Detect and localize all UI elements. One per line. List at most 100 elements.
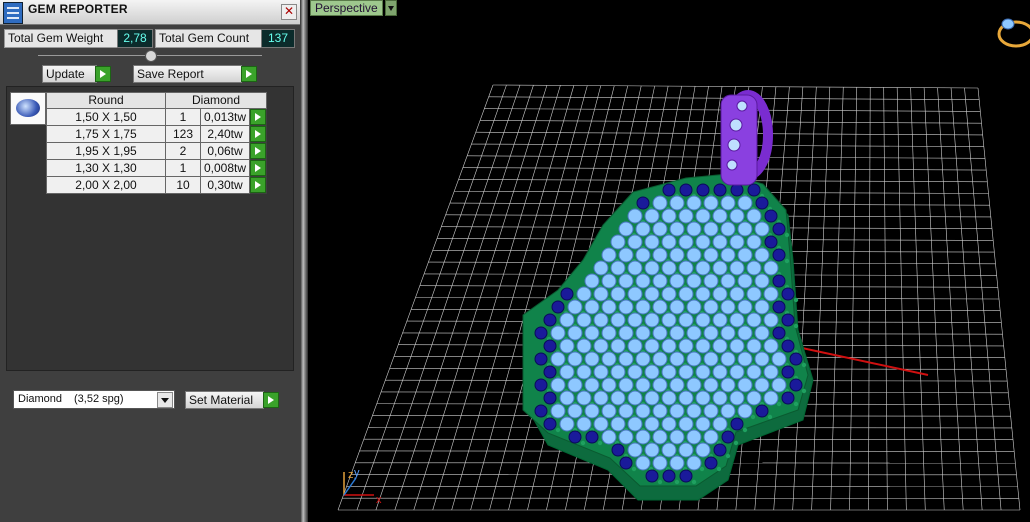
gem-weight: 0,013tw [200, 108, 250, 126]
row-select-arrow-icon[interactable] [250, 126, 266, 142]
gem-stone [661, 234, 677, 250]
table-row[interactable]: 1,30 X 1,30 1 0,008tw [46, 159, 267, 177]
gem-stone [695, 234, 711, 250]
gem-stone [593, 364, 609, 380]
gem-stone [746, 260, 762, 276]
round-gem-thumbnail[interactable] [10, 92, 46, 125]
gem-stone [781, 391, 795, 405]
gem-stone [661, 338, 677, 354]
gem-stone [534, 326, 548, 340]
row-select-cell [249, 125, 267, 143]
gem-stone [662, 183, 676, 197]
viewport-menu-icon[interactable] [385, 0, 397, 16]
set-material-button[interactable]: Set Material [185, 391, 264, 409]
gem-stone [720, 221, 736, 237]
row-select-arrow-icon[interactable] [250, 160, 266, 176]
gem-stone [644, 442, 660, 458]
header-shape: Round [46, 92, 166, 109]
gem-stone [686, 247, 702, 263]
gem-stone [771, 351, 787, 367]
gem-stone [729, 286, 745, 302]
gem-stone [584, 273, 600, 289]
viewport-3d[interactable]: z y x [308, 0, 1030, 522]
header-material: Diamond [165, 92, 267, 109]
gem-stone [661, 442, 677, 458]
gem-stone [534, 404, 548, 418]
row-select-arrow-icon[interactable] [250, 177, 266, 193]
row-select-cell [249, 108, 267, 126]
gem-stone [678, 312, 694, 328]
gem-stone [576, 364, 592, 380]
gem-stone [559, 364, 575, 380]
gem-stone [789, 352, 803, 366]
ring-view-icon[interactable] [997, 18, 1030, 48]
gem-stone [601, 247, 617, 263]
table-row[interactable]: 1,95 X 1,95 2 0,06tw [46, 142, 267, 160]
gem-stone [679, 183, 693, 197]
gem-stone [550, 403, 566, 419]
total-gem-weight-label: Total Gem Weight [4, 29, 120, 48]
material-dropdown[interactable]: Diamond (3,52 spg) [13, 390, 175, 409]
gem-stone [686, 299, 702, 315]
table-row[interactable]: 2,00 X 2,00 10 0,30tw [46, 176, 267, 194]
save-report-arrow-icon[interactable] [241, 66, 257, 82]
gem-stone [584, 377, 600, 393]
slider-handle[interactable] [145, 50, 157, 62]
gem-stone [652, 195, 668, 211]
prong [784, 258, 790, 264]
gem-stone [695, 338, 711, 354]
gem-stone [781, 287, 795, 301]
gem-stone [644, 338, 660, 354]
gem-size: 1,95 X 1,95 [46, 142, 166, 160]
viewport-canvas[interactable]: z y x [308, 0, 1030, 522]
gem-weight: 0,30tw [200, 176, 250, 194]
gem-stone [627, 234, 643, 250]
row-select-arrow-icon[interactable] [250, 109, 266, 125]
row-select-arrow-icon[interactable] [250, 143, 266, 159]
set-material-arrow-icon[interactable] [263, 392, 279, 408]
update-button[interactable]: Update [42, 65, 97, 83]
total-gem-weight-value: 2,78 [117, 29, 153, 48]
gem-stone [652, 221, 668, 237]
x-axis-label: x [376, 494, 382, 506]
save-report-button[interactable]: Save Report [133, 65, 242, 83]
gem-stone [781, 339, 795, 353]
prong [657, 479, 663, 485]
chevron-down-icon[interactable] [157, 392, 173, 408]
gem-stone [661, 416, 677, 432]
gem-stone [678, 416, 694, 432]
gem-stone [720, 325, 736, 341]
gem-stone [636, 196, 650, 210]
table-row[interactable]: 1,75 X 1,75 123 2,40tw [46, 125, 267, 143]
gem-stone [720, 195, 736, 211]
gem-stone [678, 390, 694, 406]
update-arrow-icon[interactable] [95, 66, 111, 82]
gem-stone [652, 299, 668, 315]
panel-splitter[interactable] [300, 0, 308, 522]
gem-stone [669, 455, 685, 471]
close-icon[interactable]: ✕ [281, 4, 297, 20]
gem-stone [754, 221, 770, 237]
gem-stone [721, 430, 735, 444]
viewport-label[interactable]: Perspective [310, 0, 383, 16]
gem-stone [746, 234, 762, 250]
gem-stone [746, 312, 762, 328]
gem-stone [772, 326, 786, 340]
gem-stone [652, 455, 668, 471]
gem-stone [754, 247, 770, 263]
gem-stone [686, 403, 702, 419]
gem-stone [534, 352, 548, 366]
gem-stone [737, 377, 753, 393]
gem-stone [678, 260, 694, 276]
gem-stone [652, 351, 668, 367]
gem-stone [635, 247, 651, 263]
gem-stone [610, 416, 626, 432]
gem-stone [754, 273, 770, 289]
gem-stone [695, 312, 711, 328]
gem-stone [661, 208, 677, 224]
gem-stone [644, 286, 660, 302]
table-row[interactable]: 1,50 X 1,50 1 0,013tw [46, 108, 267, 126]
gem-stone [644, 234, 660, 250]
prong [793, 401, 799, 407]
gem-stone [618, 273, 634, 289]
